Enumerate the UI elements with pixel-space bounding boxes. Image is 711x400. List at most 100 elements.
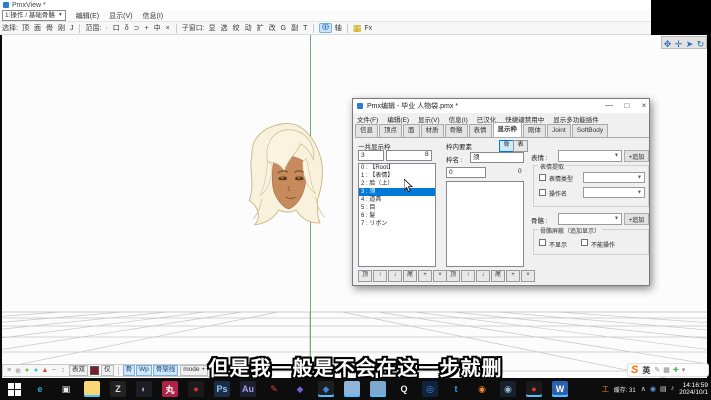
list-order-button[interactable]: ↑	[373, 270, 387, 282]
dialog-menu-item[interactable]: 编辑(E)	[387, 114, 409, 124]
dialog-tab[interactable]: 顶点	[379, 124, 402, 137]
mode-combo[interactable]: 1:操作 / 基础骨骼 ▼	[2, 10, 66, 21]
character-head[interactable]	[240, 119, 332, 231]
pen-tool-icon[interactable]: ✎	[266, 381, 282, 397]
subwindow-button[interactable]: T	[302, 25, 308, 32]
dialog-tab[interactable]: 显示枠	[493, 122, 523, 137]
gallery-thumb-2[interactable]	[370, 381, 386, 397]
operation-checkbox[interactable]	[539, 189, 546, 196]
list-order-button[interactable]: 顶	[446, 270, 460, 282]
network-icon[interactable]: ▤	[660, 385, 667, 393]
dialog-menu-item[interactable]: 信息(I)	[449, 114, 468, 124]
menu-info[interactable]: 信息(I)	[142, 11, 163, 21]
subwindow-button[interactable]: 扩	[256, 23, 265, 33]
browser-orange-icon[interactable]: ◉	[474, 381, 490, 397]
edge-browser-icon[interactable]: e	[32, 381, 48, 397]
microsoft-store-icon[interactable]: ▣	[58, 381, 74, 397]
minimize-button[interactable]: —	[601, 100, 617, 111]
app-z-icon[interactable]: Z	[110, 381, 126, 397]
subwindow-button[interactable]: 动	[244, 23, 253, 33]
subwindow-button[interactable]: G	[280, 25, 287, 32]
list-order-button[interactable]: 尾	[491, 270, 505, 282]
morph-toggle-button[interactable]: 表	[513, 140, 528, 152]
dialog-tab[interactable]: 信息	[355, 124, 378, 137]
range-mode-button[interactable]: 中	[153, 23, 162, 33]
dialog-tab[interactable]: 材质	[421, 124, 444, 137]
list-order-button[interactable]: ↓	[476, 270, 490, 282]
recorder-2-icon[interactable]: ●	[526, 381, 542, 397]
hidden-icons-chevron[interactable]: ∧	[641, 385, 646, 393]
morph-add-button[interactable]: +追加	[624, 150, 649, 162]
clip-paint-icon[interactable]: 丸	[162, 381, 178, 397]
display-frame-item[interactable]: 3 : 须	[359, 188, 435, 196]
subwindow-button[interactable]: 绞	[232, 23, 241, 33]
fx-toggle-button[interactable]: Fx	[364, 25, 372, 32]
dialog-tab[interactable]: 面	[403, 124, 420, 137]
range-mode-button[interactable]: ⊃	[133, 24, 141, 32]
hide-checkbox[interactable]	[539, 239, 546, 246]
list-order-button[interactable]: ↓	[388, 270, 402, 282]
element-index-input[interactable]: 0	[446, 167, 486, 178]
file-explorer-icon[interactable]	[84, 381, 100, 397]
start-button[interactable]	[6, 381, 22, 397]
ime-more-icon[interactable]: ▾	[682, 366, 686, 374]
list-order-button[interactable]: +	[506, 270, 520, 282]
pen-select-icon[interactable]: ➤	[686, 34, 694, 52]
app-purple-icon[interactable]: ◆	[292, 381, 308, 397]
morph-type-checkbox[interactable]	[539, 174, 546, 181]
morph-dropdown[interactable]: ▼	[558, 150, 622, 162]
maximize-button[interactable]: □	[619, 100, 635, 111]
display-frame-list[interactable]: 0 : 【Root】1 : 【表情】2 : 脸（上）3 : 须4 : 道具5 :…	[358, 163, 436, 267]
no-operate-checkbox[interactable]	[581, 239, 588, 246]
operation-dropdown[interactable]: ▼	[583, 187, 645, 198]
frame-name-input[interactable]: 须	[470, 152, 524, 163]
dialog-menu-item[interactable]: 显示(V)	[418, 114, 440, 124]
list-order-button[interactable]: +	[418, 270, 432, 282]
subwindow-button[interactable]: 显	[208, 23, 217, 33]
morph-type-dropdown[interactable]: ▼	[583, 172, 645, 183]
dialog-tab[interactable]: 表情	[469, 124, 492, 137]
move-view-icon[interactable]: ✛	[675, 34, 683, 52]
recorder-icon[interactable]: ●	[188, 381, 204, 397]
volume-icon[interactable]: ♪	[671, 385, 675, 393]
display-frame-item[interactable]: 1 : 【表情】	[359, 172, 435, 180]
app-blue-icon[interactable]: ◆	[318, 381, 334, 397]
select-mode-button[interactable]: 骨	[45, 23, 54, 33]
dialog-tab[interactable]: Joint	[547, 124, 571, 137]
dialog-tab[interactable]: 刚体	[523, 124, 546, 137]
rotate-view-icon[interactable]: ↻	[697, 34, 705, 52]
bone-toggle-button[interactable]: 骨	[499, 140, 514, 152]
dialog-menu-item[interactable]: 文件(F)	[357, 114, 378, 124]
dialog-tab[interactable]: 骨骼	[445, 124, 468, 137]
subwindow-button[interactable]: 副	[290, 23, 299, 33]
ime-mode-label[interactable]: 英	[642, 365, 650, 376]
display-frame-item[interactable]: 7 : リボン	[359, 220, 435, 228]
list-order-button[interactable]: 尾	[403, 270, 417, 282]
app-circle-icon[interactable]: ◎	[422, 381, 438, 397]
display-frame-item[interactable]: 4 : 道具	[359, 196, 435, 204]
range-mode-button[interactable]: 口	[112, 23, 121, 33]
list-order-button[interactable]: ×	[433, 270, 447, 282]
subwindow-button[interactable]: 改	[268, 23, 277, 33]
pan-view-icon[interactable]: ✥	[664, 34, 672, 52]
range-mode-button[interactable]: ×	[165, 25, 171, 32]
frame-element-list[interactable]	[446, 181, 524, 267]
range-mode-button[interactable]: ·	[104, 25, 108, 32]
twitter-icon[interactable]: t	[448, 381, 464, 397]
menu-view[interactable]: 显示(V)	[109, 11, 132, 21]
ime-keyboard-icon[interactable]: ▦	[663, 366, 670, 374]
list-order-button[interactable]: 顶	[358, 270, 372, 282]
select-mode-button[interactable]: 面	[33, 23, 42, 33]
select-mode-button[interactable]: J	[69, 25, 75, 32]
display-frame-item[interactable]: 0 : 【Root】	[359, 164, 435, 172]
gizmo-toggle-icon[interactable]: ⊕	[319, 23, 331, 33]
list-order-button[interactable]: ↑	[461, 270, 475, 282]
menu-edit[interactable]: 编辑(E)	[76, 11, 99, 21]
word-app-icon[interactable]: W	[552, 381, 568, 397]
material-grid-icon[interactable]: ▦	[353, 23, 362, 34]
ime-pen-icon[interactable]: ✎	[654, 366, 660, 374]
bone-dropdown[interactable]: ▼	[558, 213, 622, 225]
search-app-icon[interactable]: Q	[396, 381, 412, 397]
select-mode-button[interactable]: 顶	[21, 23, 30, 33]
audition-icon[interactable]: Au	[240, 381, 256, 397]
